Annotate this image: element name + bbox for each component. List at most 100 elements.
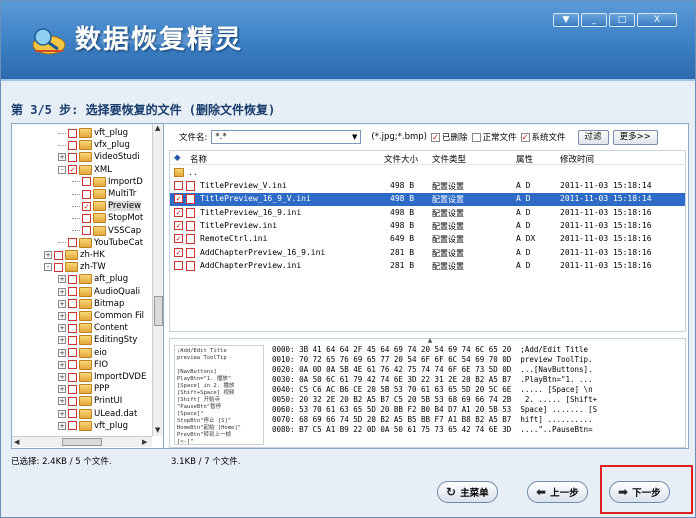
tree-item[interactable]: + Content — [58, 322, 128, 334]
scroll-up-icon[interactable]: ▲ — [155, 124, 160, 132]
tree-item[interactable]: ImportD — [72, 176, 143, 188]
minimize-button[interactable]: _ — [581, 13, 607, 27]
tree-item[interactable]: + Common Fil — [58, 310, 144, 322]
tree-checkbox[interactable]: ✓ — [82, 201, 91, 211]
tree-checkbox[interactable] — [54, 250, 63, 260]
file-checkbox[interactable]: ✓ — [174, 207, 183, 217]
more-button[interactable]: 更多>> — [612, 129, 658, 145]
header-mtime[interactable]: 修改时间 — [560, 153, 594, 165]
tree-item[interactable]: VSSCap — [72, 225, 141, 237]
expand-toggle-icon[interactable]: + — [58, 397, 66, 406]
tree-checkbox[interactable] — [68, 384, 77, 394]
expand-toggle-icon[interactable]: + — [58, 312, 66, 320]
tree-checkbox[interactable]: ✓ — [68, 165, 77, 175]
tree-checkbox[interactable] — [82, 177, 91, 187]
tree-checkbox[interactable] — [54, 262, 63, 272]
deleted-checkbox[interactable]: ✓ 已删除 — [431, 131, 468, 143]
tree-item[interactable]: MultiTr — [72, 188, 136, 200]
tree-item[interactable]: + PPP — [58, 383, 109, 395]
tree-checkbox[interactable] — [68, 238, 77, 248]
header-type[interactable]: 文件类型 — [432, 153, 466, 165]
tree-checkbox[interactable] — [68, 140, 77, 150]
tree-item[interactable]: + PrintUI — [58, 395, 122, 407]
expand-toggle-icon[interactable]: + — [58, 324, 66, 333]
tree-checkbox[interactable] — [68, 421, 77, 431]
prev-button[interactable]: ⬅ 上一步 — [527, 481, 588, 503]
filter-button[interactable]: 过滤 — [577, 129, 609, 145]
expand-toggle-icon[interactable]: + — [58, 299, 66, 308]
expand-toggle-icon[interactable]: + — [58, 360, 66, 369]
expand-toggle-icon[interactable]: + — [58, 373, 66, 381]
tree-checkbox[interactable] — [82, 189, 91, 199]
tree-item[interactable]: - zh-TW — [44, 261, 106, 273]
file-row[interactable]: ✓ RemoteCtrl.ini 649 B 配置设置 A DX 2011-11-03 1… — [170, 233, 685, 246]
header-size[interactable]: 文件大小 — [384, 153, 418, 165]
expand-toggle-icon[interactable]: + — [58, 409, 66, 418]
file-checkbox[interactable]: ✓ — [174, 247, 183, 257]
window-menu-button[interactable]: ▼ — [553, 13, 579, 27]
tree-checkbox[interactable] — [68, 299, 77, 309]
tree-item[interactable]: + FIO — [58, 359, 108, 371]
maximize-button[interactable]: □ — [609, 13, 635, 27]
system-checkbox[interactable]: ✓ 系统文件 — [520, 131, 566, 143]
tree-checkbox[interactable] — [68, 348, 77, 358]
expand-toggle-icon[interactable]: - — [58, 165, 66, 174]
filename-select[interactable]: *.* ▼ — [211, 130, 362, 144]
tree-horizontal-scrollbar[interactable]: ◀ ▶ — [12, 436, 152, 447]
header-name[interactable]: 名称 — [190, 153, 207, 165]
expand-toggle-icon[interactable]: + — [58, 153, 66, 162]
scroll-right-icon[interactable]: ▶ — [142, 438, 147, 446]
tree-checkbox[interactable] — [68, 360, 77, 370]
tree-item[interactable]: YouTubeCat — [58, 237, 143, 249]
file-row[interactable]: TitlePreview_V.ini 498 B 配置设置 A D 2011-11-03… — [170, 180, 685, 193]
close-button[interactable]: X — [637, 13, 677, 27]
file-row[interactable]: ✓ TitlePreview_16_9_V.ini 498 B 配置设置 A D 2011… — [170, 193, 685, 207]
header-attr[interactable]: 属性 — [516, 153, 533, 165]
scroll-thumb[interactable] — [62, 438, 102, 446]
tree-checkbox[interactable] — [68, 311, 77, 321]
expand-toggle-icon[interactable]: + — [58, 421, 66, 430]
tree-item[interactable]: vft_plug — [58, 127, 128, 139]
tree-checkbox[interactable] — [68, 152, 77, 162]
tree-item[interactable]: vfx_plug — [58, 139, 130, 151]
tree-item[interactable]: ✓ Preview — [72, 200, 142, 212]
expand-toggle-icon[interactable]: + — [58, 287, 66, 296]
file-row[interactable]: ✓ AddChapterPreview_16_9.ini 281 B 配置设置 A D 2… — [170, 247, 685, 260]
expand-toggle-icon[interactable]: + — [58, 275, 66, 284]
tree-checkbox[interactable] — [68, 274, 77, 284]
expand-toggle-icon[interactable]: + — [58, 385, 66, 394]
tree-checkbox[interactable] — [68, 396, 77, 406]
file-checkbox[interactable]: ✓ — [174, 220, 183, 230]
tree-checkbox[interactable] — [82, 226, 91, 236]
file-row[interactable]: ✓ TitlePreview_16_9.ini 498 B 配置设置 A D 2011-1… — [170, 207, 685, 220]
file-checkbox[interactable] — [174, 260, 183, 270]
tree-checkbox[interactable] — [68, 287, 77, 297]
tree-item[interactable]: + EditingSty — [58, 334, 137, 346]
expand-toggle-icon[interactable]: + — [58, 348, 66, 357]
parent-folder-row[interactable]: .. — [170, 167, 685, 180]
tree-item[interactable]: + ImportDVDE — [58, 371, 146, 383]
tree-item[interactable]: - ✓ XML — [58, 164, 112, 176]
tree-item[interactable]: + VideoStudi — [58, 151, 140, 163]
tree-item[interactable]: + eio — [58, 347, 107, 359]
scroll-thumb[interactable] — [154, 296, 163, 326]
main-menu-button[interactable]: ↻ 主菜单 — [437, 481, 498, 503]
tree-checkbox[interactable] — [82, 213, 91, 223]
tree-vertical-scrollbar[interactable]: ▲ ▼ — [152, 124, 163, 436]
tree-item[interactable]: + vft_plug — [58, 420, 128, 432]
expand-toggle-icon[interactable]: + — [44, 251, 52, 259]
tree-item[interactable]: + Bitmap — [58, 298, 124, 310]
tree-checkbox[interactable] — [68, 128, 77, 138]
tree-item[interactable]: StopMot — [72, 212, 143, 224]
tree-checkbox[interactable] — [68, 335, 77, 345]
tree-checkbox[interactable] — [68, 372, 77, 382]
tree-checkbox[interactable] — [68, 409, 77, 419]
scroll-left-icon[interactable]: ◀ — [14, 438, 19, 446]
tree-item[interactable]: + zh-HK — [44, 249, 105, 261]
file-row[interactable]: AddChapterPreview.ini 281 B 配置设置 A D 2011-11… — [170, 260, 685, 273]
folder-tree[interactable]: vft_plug vfx_plug + VideoStudi - ✓ XML ImportD M… — [12, 124, 164, 448]
scroll-down-icon[interactable]: ▼ — [155, 426, 160, 434]
tree-item[interactable]: + ULead.dat — [58, 408, 137, 420]
tree-item[interactable]: + aft_plug — [58, 273, 128, 285]
splitter-grip-icon[interactable]: ▲ — [420, 338, 440, 344]
